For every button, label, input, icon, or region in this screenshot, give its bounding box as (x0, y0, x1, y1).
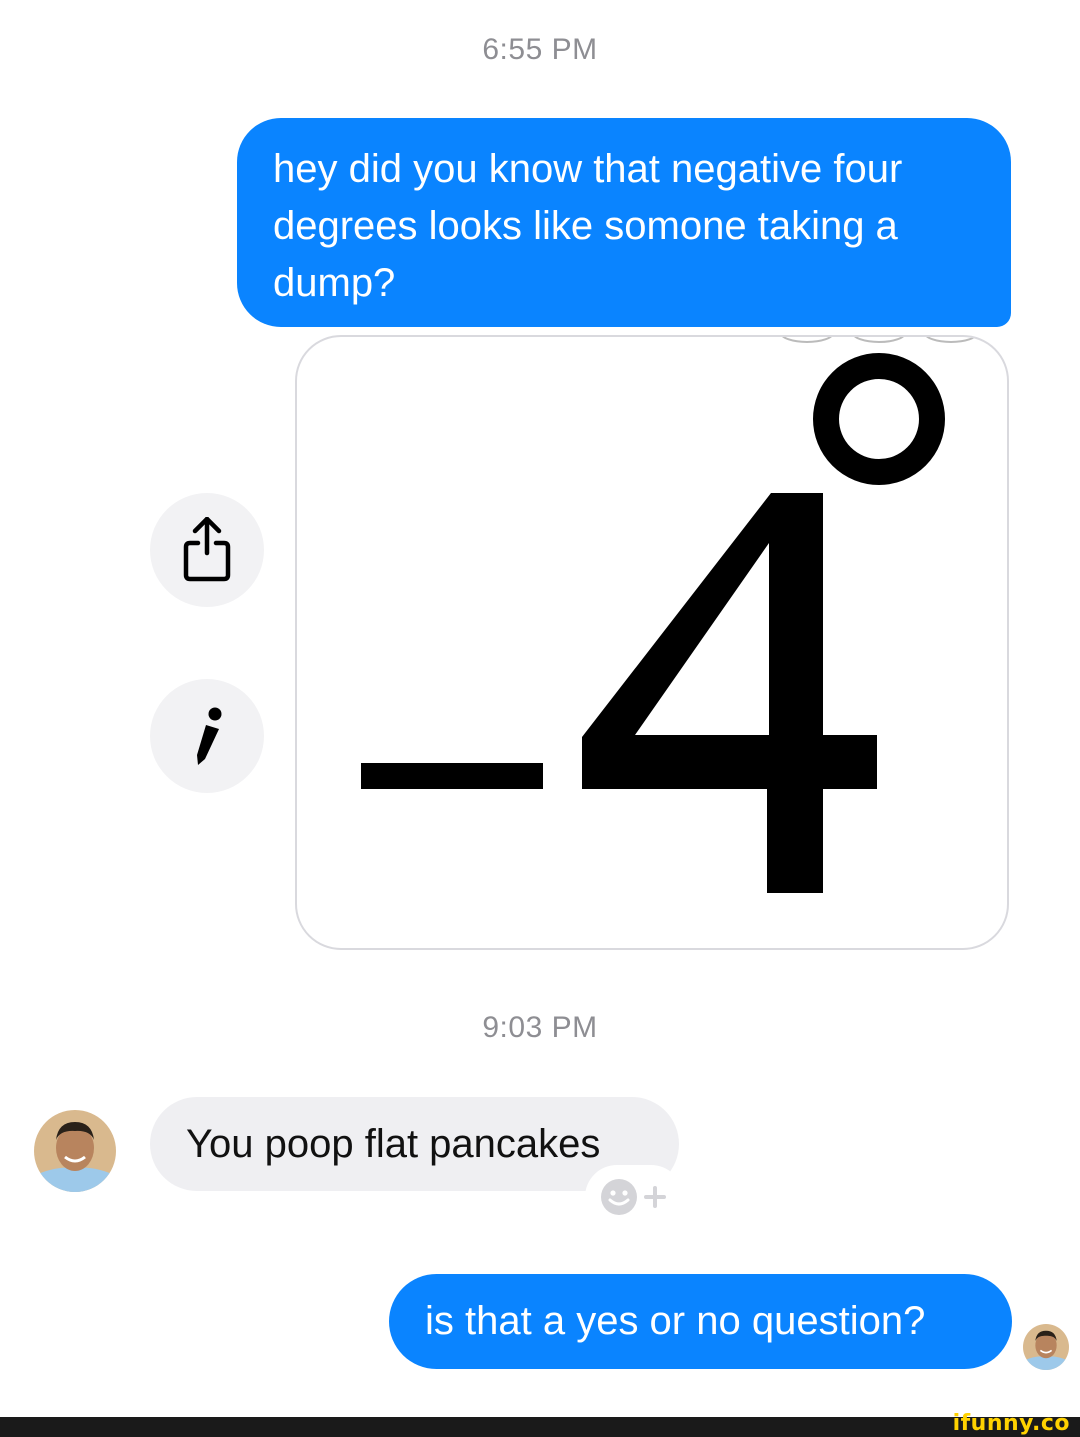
watermark-logo: ifunny.co (952, 1411, 1070, 1436)
avatar-photo (1023, 1324, 1069, 1370)
timestamp: 9:03 PM (482, 1011, 598, 1044)
negative-four-degrees-image (361, 337, 976, 893)
add-reaction-icon (601, 1179, 666, 1215)
outgoing-message-bubble[interactable]: hey did you know that negative four degr… (237, 118, 1011, 327)
watermark-bar (0, 1417, 1080, 1437)
avatar-photo (34, 1110, 116, 1192)
read-receipt-avatar (1023, 1324, 1069, 1370)
edit-button[interactable] (150, 679, 264, 793)
message-text: hey did you know that negative four degr… (273, 147, 903, 305)
contact-avatar[interactable] (34, 1110, 116, 1192)
outgoing-message-bubble[interactable]: is that a yes or no question? (389, 1274, 1012, 1369)
add-reaction-button[interactable] (588, 1168, 680, 1226)
chat-screen: 6:55 PM hey did you know that negative f… (0, 0, 1080, 1437)
sent-image[interactable] (295, 335, 1009, 950)
share-button[interactable] (150, 493, 264, 607)
share-icon (183, 517, 231, 582)
pencil-icon (197, 707, 222, 765)
timestamp: 6:55 PM (482, 33, 598, 66)
message-text: You poop flat pancakes (186, 1121, 601, 1166)
message-text: is that a yes or no question? (425, 1299, 926, 1343)
